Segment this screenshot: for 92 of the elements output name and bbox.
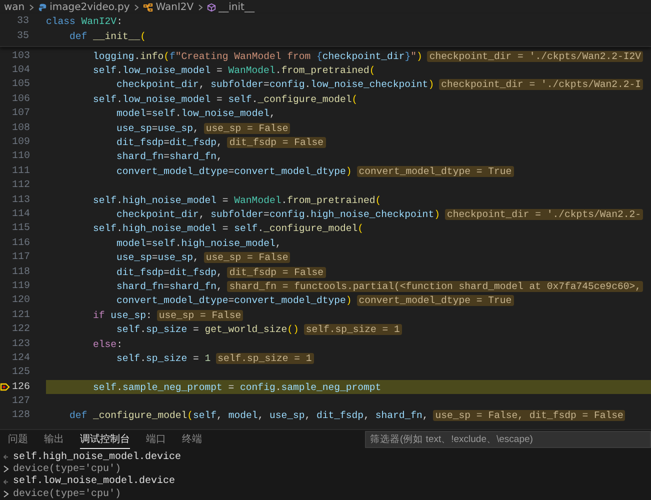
python-file-icon bbox=[38, 2, 47, 12]
current-line-pointer-icon[interactable] bbox=[0, 382, 10, 392]
line-number: 109 bbox=[12, 137, 29, 148]
line-number: 35 bbox=[16, 31, 29, 42]
console-command-text: self.high_noise_model.device bbox=[13, 452, 182, 463]
code-text: self.low_noise_model = self._configure_model( bbox=[92, 94, 358, 105]
code-text: model=self.low_noise_model, bbox=[116, 108, 276, 120]
line-number: 107 bbox=[12, 108, 29, 120]
panel-tab[interactable]: 端口 bbox=[146, 430, 166, 448]
expand-chevron-icon[interactable] bbox=[3, 465, 9, 474]
code-text: shard_fn=shard_fn, bbox=[116, 280, 222, 292]
console-output-text: device(type='cpu') bbox=[13, 488, 122, 500]
line-number: 106 bbox=[12, 94, 29, 105]
inline-value-hint: use_sp = False, dit_fsdp = False bbox=[433, 410, 626, 422]
line-number: 125 bbox=[12, 367, 29, 378]
code-text: self.sample_neg_prompt = config.sample_neg_prompt bbox=[92, 382, 382, 393]
console-command-text: self.low_noise_model.device bbox=[13, 476, 176, 488]
chevron-right-icon bbox=[28, 4, 34, 10]
code-text: use_sp=use_sp, bbox=[116, 252, 199, 264]
line-number: 124 bbox=[12, 352, 29, 364]
inline-value-hint: checkpoint_dir = './ckpts/Wan2.2- bbox=[444, 208, 643, 220]
inline-value-hint: use_sp = False bbox=[204, 122, 290, 134]
inline-value-hint: use_sp = False bbox=[204, 252, 290, 264]
line-number: 119 bbox=[12, 280, 29, 292]
input-arrow-icon bbox=[3, 453, 9, 462]
inline-value-hint: convert_model_dtype = True bbox=[356, 166, 514, 177]
code-text: logging.info(f"Creating WanModel from {checkpoint_dir}") bbox=[92, 50, 422, 62]
chevron-right-icon bbox=[198, 4, 203, 10]
code-text: convert_model_dtype=convert_model_dtype) bbox=[116, 166, 352, 177]
breadcrumb-item[interactable]: WanI2V bbox=[156, 2, 194, 12]
inline-value-hint: dit_fsdp = False bbox=[227, 266, 326, 278]
line-number: 121 bbox=[12, 310, 29, 321]
breadcrumb-item[interactable]: wan bbox=[4, 2, 25, 12]
line-number: 126 bbox=[12, 382, 29, 393]
line-number: 110 bbox=[12, 151, 29, 162]
code-text: self.sp_size = 1 bbox=[116, 352, 211, 364]
line-number: 112 bbox=[12, 180, 29, 192]
breadcrumb-item[interactable]: image2video.py bbox=[50, 2, 130, 12]
inline-value-hint: self.sp_size = 1 bbox=[216, 352, 314, 364]
line-number: 128 bbox=[12, 410, 29, 422]
panel-tab[interactable]: 调试控制台 bbox=[80, 430, 130, 448]
console-output-text: device(type='cpu') bbox=[13, 464, 122, 475]
line-number: 123 bbox=[12, 338, 29, 350]
line-number: 108 bbox=[12, 122, 29, 134]
line-number: 104 bbox=[12, 65, 29, 76]
cube-icon bbox=[206, 2, 216, 12]
code-text: model=self.high_noise_model, bbox=[116, 238, 282, 249]
code-text: self.sp_size = get_world_size() bbox=[116, 324, 299, 336]
panel-tab[interactable]: 终端 bbox=[182, 430, 202, 448]
code-text: self.high_noise_model = self._configure_model( bbox=[92, 223, 364, 234]
code-text: checkpoint_dir, subfolder=config.high_noise_checkpoint) bbox=[116, 208, 440, 220]
inline-value-hint: dit_fsdp = False bbox=[227, 137, 326, 148]
line-number: 103 bbox=[12, 50, 29, 62]
line-number: 127 bbox=[12, 396, 29, 408]
panel-tab[interactable]: 输出 bbox=[44, 430, 64, 448]
inline-value-hint: use_sp = False bbox=[156, 310, 244, 321]
code-text: dit_fsdp=dit_fsdp, bbox=[116, 266, 222, 278]
code-text: checkpoint_dir, subfolder=config.low_noise_checkpoint) bbox=[116, 79, 434, 90]
code-text: def _configure_model(self, model, use_sp, dit_fsdp, shard_fn, bbox=[68, 410, 428, 422]
line-number: 113 bbox=[12, 194, 29, 206]
inline-value-hint: shard_fn = functools.partial(<function shard_model at 0x7fa745ce9c60>, bbox=[227, 280, 643, 292]
code-text: use_sp=use_sp, bbox=[116, 122, 199, 134]
chevron-right-icon bbox=[134, 4, 139, 10]
code-text: else: bbox=[92, 338, 122, 350]
code-text: dit_fsdp=dit_fsdp, bbox=[116, 137, 222, 148]
code-text: class WanI2V: bbox=[46, 16, 122, 27]
inline-value-hint: convert_model_dtype = True bbox=[356, 295, 514, 306]
input-arrow-icon bbox=[3, 478, 9, 486]
code-text: self.high_noise_model = WanModel.from_pretrained( bbox=[92, 194, 382, 206]
line-number: 114 bbox=[12, 208, 29, 220]
code-text: self.low_noise_model = WanModel.from_pretrained( bbox=[92, 65, 376, 76]
line-number: 115 bbox=[12, 223, 29, 234]
inline-value-hint: checkpoint_dir = './ckpts/Wan2.2-I bbox=[439, 79, 643, 90]
inline-value-hint: checkpoint_dir = './ckpts/Wan2.2-I2V bbox=[427, 50, 644, 62]
line-number: 105 bbox=[12, 79, 29, 90]
breadcrumb-item[interactable]: __init__ bbox=[218, 2, 254, 12]
inline-value-hint: self.sp_size = 1 bbox=[304, 324, 402, 336]
line-number: 120 bbox=[12, 295, 29, 306]
code-text: convert_model_dtype=convert_model_dtype) bbox=[116, 295, 352, 306]
line-number: 122 bbox=[12, 324, 29, 336]
code-text: if use_sp: bbox=[92, 310, 152, 321]
code-text: shard_fn=shard_fn, bbox=[116, 151, 222, 162]
panel-tab[interactable]: 问题 bbox=[8, 430, 28, 448]
line-number: 111 bbox=[12, 166, 29, 177]
class-icon bbox=[142, 2, 153, 12]
filter-field[interactable]: 筛选器(例如 text、!exclude、\escape) bbox=[365, 430, 651, 448]
line-number: 33 bbox=[16, 16, 29, 27]
line-number: 118 bbox=[12, 266, 29, 278]
code-text: def __init__( bbox=[68, 31, 146, 42]
line-number: 117 bbox=[12, 252, 29, 264]
line-number: 116 bbox=[12, 238, 29, 249]
expand-chevron-icon[interactable] bbox=[3, 490, 9, 498]
